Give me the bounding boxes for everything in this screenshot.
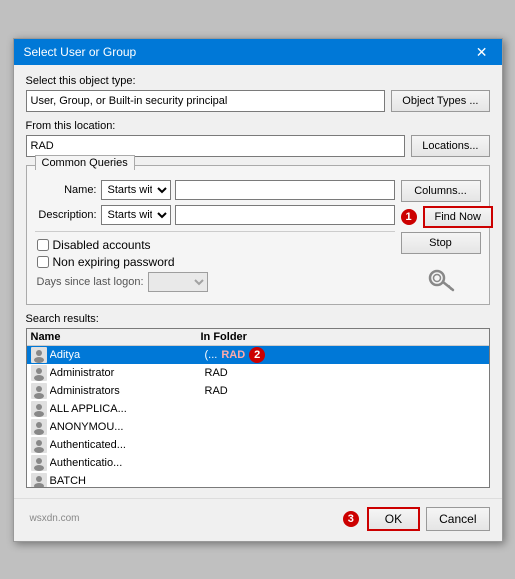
select-user-dialog: Select User or Group ✕ Select this objec… [13, 38, 503, 542]
user-icon [31, 401, 47, 417]
location-input[interactable] [26, 135, 406, 157]
location-row: Locations... [26, 135, 490, 157]
result-name: ALL APPLICA... [50, 403, 205, 415]
search-results-label: Search results: [26, 313, 490, 325]
name-text-input[interactable] [175, 180, 395, 200]
user-icon [31, 383, 47, 399]
result-folder: RAD [205, 367, 228, 379]
cancel-button[interactable]: Cancel [426, 507, 489, 531]
result-name: BATCH [50, 475, 205, 487]
user-icon [31, 473, 47, 488]
user-icon [31, 365, 47, 381]
object-types-button[interactable]: Object Types ... [391, 90, 489, 112]
stop-button[interactable]: Stop [401, 232, 481, 254]
result-name: Authenticated... [50, 439, 205, 451]
results-container[interactable]: Name In Folder Aditya (... RAD 2 [26, 328, 490, 488]
col-name-header: Name [31, 331, 201, 343]
title-bar: Select User or Group ✕ [14, 39, 502, 65]
common-queries-tab[interactable]: Common Queries [35, 155, 135, 170]
table-row[interactable]: Administrator RAD [27, 364, 489, 382]
table-row[interactable]: Authenticated... [27, 436, 489, 454]
desc-text-input[interactable] [175, 205, 395, 225]
result-folder-highlight: RAD [221, 349, 245, 361]
locations-button[interactable]: Locations... [411, 135, 489, 157]
disabled-accounts-label: Disabled accounts [53, 238, 151, 252]
result-name: Administrators [50, 385, 205, 397]
cq-right: Columns... 1 Find Now Stop [401, 180, 481, 296]
results-header: Name In Folder [27, 329, 489, 346]
table-row[interactable]: BATCH [27, 472, 489, 488]
result-name: Authenticatio... [50, 457, 205, 469]
desc-filter-select[interactable]: Starts with Is Contains [101, 205, 171, 225]
table-row[interactable]: ALL APPLICA... [27, 400, 489, 418]
row-badge: 2 [249, 347, 265, 363]
col-folder-header: In Folder [201, 331, 485, 343]
user-icon [31, 347, 47, 363]
days-row: Days since last logon: [35, 272, 395, 292]
disabled-accounts-checkbox[interactable] [37, 239, 49, 251]
result-folder-prefix: (... [205, 349, 218, 361]
non-expiring-label: Non expiring password [53, 255, 175, 269]
cq-left: Name: Starts with Is Contains Descriptio… [35, 180, 395, 296]
key-icon [425, 264, 457, 296]
desc-label: Description: [35, 209, 97, 221]
bottom-buttons: wsxdn.com 3 OK Cancel [14, 498, 502, 541]
table-row[interactable]: Authenticatio... [27, 454, 489, 472]
desc-field-row: Description: Starts with Is Contains [35, 205, 395, 225]
find-now-badge: 1 [401, 209, 417, 225]
non-expiring-checkbox[interactable] [37, 256, 49, 268]
result-folder: RAD [205, 385, 228, 397]
object-type-input[interactable] [26, 90, 386, 112]
user-icon [31, 437, 47, 453]
dialog-body: Select this object type: Object Types ..… [14, 65, 502, 498]
table-row[interactable]: ANONYMOU... [27, 418, 489, 436]
find-now-button[interactable]: Find Now [423, 206, 493, 228]
ok-badge: 3 [343, 511, 359, 527]
common-queries-box: Common Queries Name: Starts with Is Cont… [26, 165, 490, 305]
watermark: wsxdn.com [26, 513, 337, 524]
table-row[interactable]: Aditya (... RAD 2 [27, 346, 489, 364]
dialog-title: Select User or Group [24, 45, 137, 59]
key-icon-area [401, 264, 481, 296]
result-name: Aditya [50, 349, 205, 361]
columns-button[interactable]: Columns... [401, 180, 481, 202]
non-expiring-row: Non expiring password [35, 255, 395, 269]
object-type-label: Select this object type: [26, 75, 490, 87]
result-name: Administrator [50, 367, 205, 379]
disabled-accounts-row: Disabled accounts [35, 238, 395, 252]
result-name: ANONYMOU... [50, 421, 205, 433]
name-field-row: Name: Starts with Is Contains [35, 180, 395, 200]
days-label: Days since last logon: [37, 276, 144, 288]
table-row[interactable]: Administrators RAD [27, 382, 489, 400]
name-filter-select[interactable]: Starts with Is Contains [101, 180, 171, 200]
object-type-row: Object Types ... [26, 90, 490, 112]
close-button[interactable]: ✕ [472, 45, 492, 59]
cq-inner: Name: Starts with Is Contains Descriptio… [35, 180, 481, 296]
location-label: From this location: [26, 120, 490, 132]
name-label: Name: [35, 184, 97, 196]
ok-button[interactable]: OK [367, 507, 420, 531]
user-icon [31, 455, 47, 471]
days-select[interactable] [148, 272, 208, 292]
user-icon [31, 419, 47, 435]
